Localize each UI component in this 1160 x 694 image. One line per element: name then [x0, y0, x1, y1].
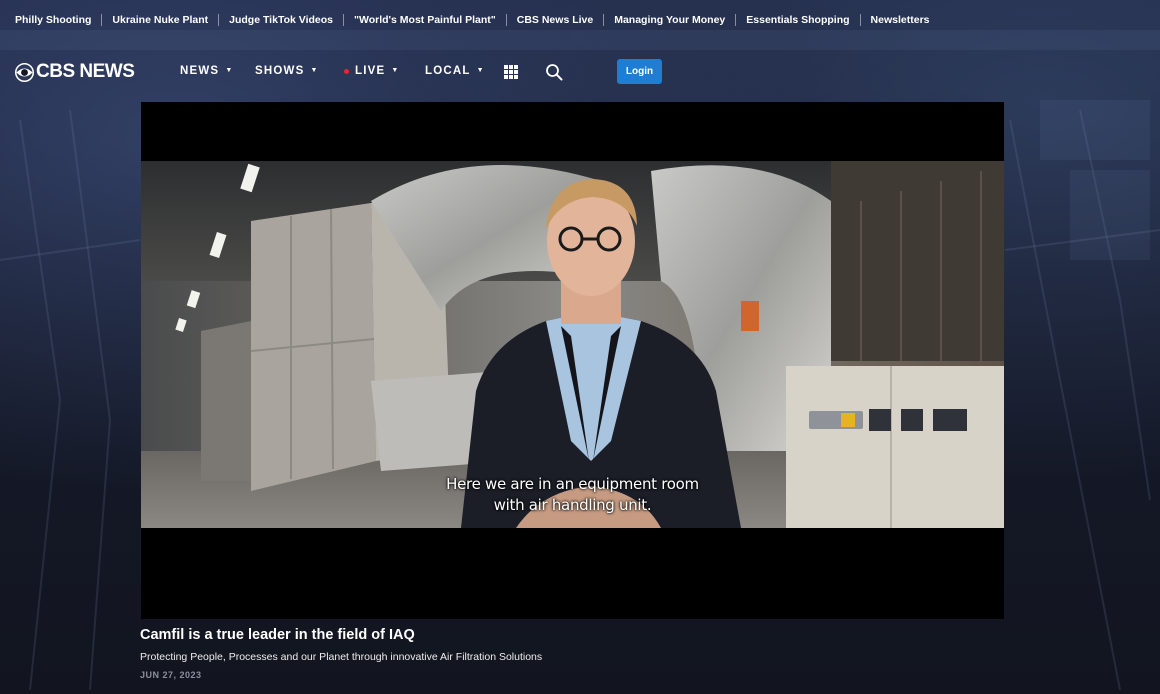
nav-shows-menu[interactable]: SHOWS ▼ — [255, 65, 319, 77]
main-navigation: CBS NEWS NEWS ▼ SHOWS ▼ LIVE ▼ LOCAL ▼ L… — [0, 52, 1160, 92]
chevron-down-icon: ▼ — [310, 66, 319, 74]
trending-link-cbs-news-live[interactable]: CBS News Live — [505, 14, 603, 26]
trending-link-ukraine-nuke-plant[interactable]: Ukraine Nuke Plant — [101, 14, 218, 26]
trending-link-philly-shooting[interactable]: Philly Shooting — [15, 14, 101, 26]
nav-live-menu[interactable]: LIVE ▼ — [344, 65, 400, 77]
subtitle-line-1: Here we are in an equipment room — [446, 475, 699, 493]
trending-link-painful-plant[interactable]: "World's Most Painful Plant" — [343, 14, 506, 26]
video-title: Camfil is a true leader in the field of … — [140, 627, 415, 643]
login-button[interactable]: Login — [617, 59, 662, 84]
nav-news-menu[interactable]: NEWS ▼ — [180, 65, 233, 77]
subtitle-line-2: with air handling unit. — [493, 496, 652, 514]
video-player[interactable]: Here we are in an equipment room with ai… — [141, 102, 1004, 619]
video-subtitle: Here we are in an equipment room with ai… — [141, 474, 1004, 516]
trending-link-essentials-shopping[interactable]: Essentials Shopping — [735, 14, 859, 26]
video-frame — [141, 161, 1004, 528]
publish-date: JUN 27, 2023 — [140, 670, 202, 680]
chevron-down-icon: ▼ — [225, 66, 234, 74]
chevron-down-icon: ▼ — [476, 66, 485, 74]
chevron-down-icon: ▼ — [391, 66, 400, 74]
apps-grid-icon[interactable] — [504, 65, 518, 79]
nav-local-label: LOCAL — [425, 65, 471, 77]
nav-local-menu[interactable]: LOCAL ▼ — [425, 65, 485, 77]
cbs-news-logo[interactable]: CBS NEWS — [15, 61, 135, 82]
trending-link-newsletters[interactable]: Newsletters — [859, 14, 940, 26]
video-caption: Camfil is a true leader in the field of … — [140, 626, 1020, 680]
cbs-eye-icon — [15, 62, 34, 82]
nav-news-label: NEWS — [180, 65, 220, 77]
trending-link-managing-your-money[interactable]: Managing Your Money — [603, 14, 735, 26]
search-icon[interactable] — [545, 63, 563, 81]
live-dot-icon — [344, 68, 349, 74]
video-description: Protecting People, Processes and our Pla… — [140, 651, 543, 663]
video-still-image — [141, 161, 1004, 528]
trending-topics-bar: Philly Shooting Ukraine Nuke Plant Judge… — [0, 0, 1160, 40]
logo-wordmark: CBS NEWS — [36, 61, 135, 82]
trending-link-judge-tiktok-videos[interactable]: Judge TikTok Videos — [218, 14, 343, 26]
nav-shows-label: SHOWS — [255, 65, 305, 77]
nav-live-label: LIVE — [355, 65, 386, 77]
